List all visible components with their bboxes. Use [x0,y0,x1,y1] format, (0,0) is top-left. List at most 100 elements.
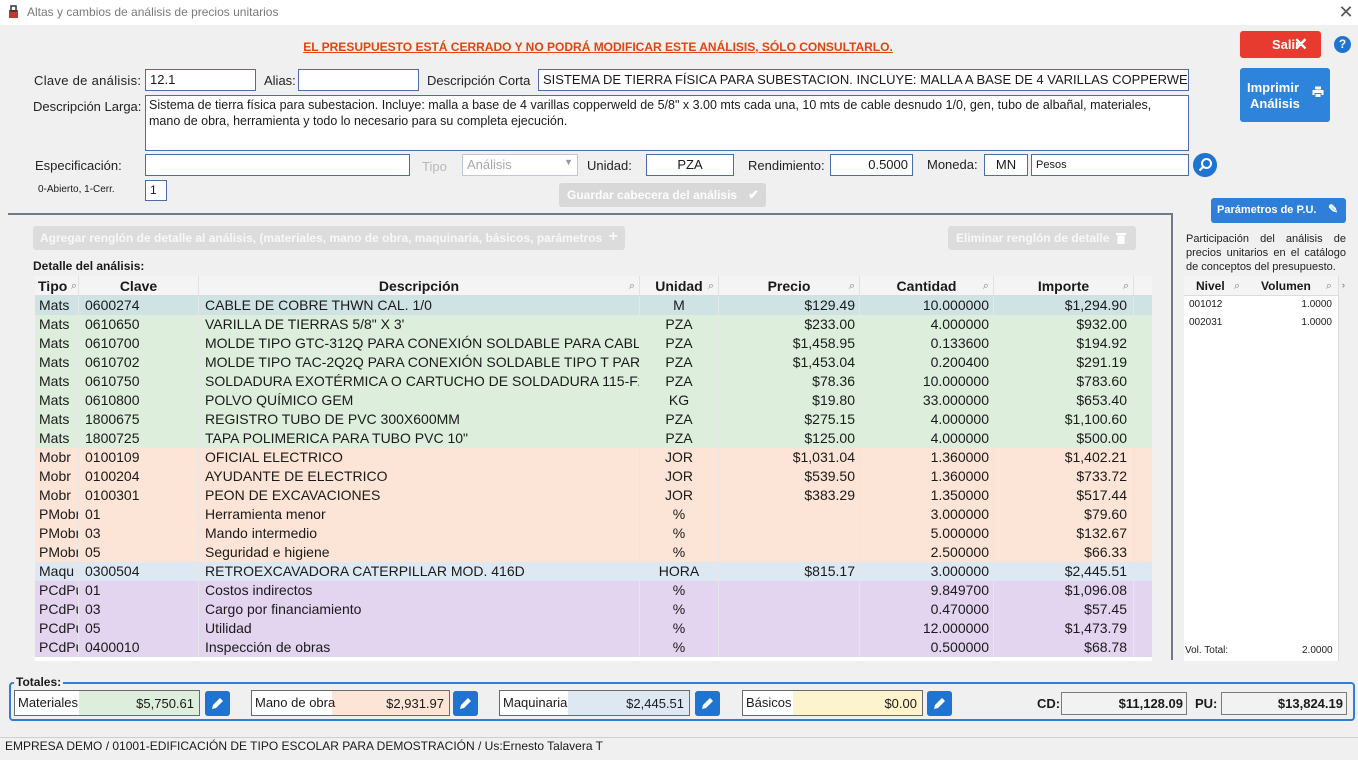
list-item[interactable]: 001012 1.0000 [1184,296,1338,314]
table-row[interactable]: Mats 0600274 CABLE DE COBRE THWN CAL. 1/0 M… [35,296,1152,315]
tipo-value: Análisis [467,157,512,172]
tipo-select[interactable]: Análisis ▼ [462,154,578,176]
table-row[interactable]: Mobr 0100301 PEON DE EXCAVACIONES JOR $383.2… [35,486,1152,505]
cell-desc: Herramienta menor [199,505,640,524]
cell-tipo: Mats [35,429,79,448]
cell-desc: OFICIAL ELECTRICO [199,448,640,467]
table-row[interactable]: Mats 0610700 MOLDE TIPO GTC-312Q PARA CONE… [35,334,1152,353]
cell-cant: 0.500000 [860,638,994,657]
pu-label: PU: [1195,696,1218,711]
table-row[interactable]: Maqu 0300504 RETROEXCAVADORA CATERPILLAR M… [35,562,1152,581]
detail-title: Detalle del análisis: [33,259,145,273]
abierto-field[interactable]: 1 [145,180,167,201]
add-detail-row-button[interactable]: Agregar renglón de detalle al análisis, … [33,226,625,250]
window-title: Altas y cambios de análisis de precios u… [27,5,279,19]
help-icon[interactable]: ? [1334,36,1351,53]
desc-larga-textarea[interactable]: Sistema de tierra física para subestacio… [145,95,1189,151]
cell-clave: 0400010 [79,638,199,657]
table-row[interactable]: Mats 1800725 TAPA POLIMERICA PARA TUBO PVC… [35,429,1152,448]
col-header-nivel[interactable]: Nivel ⌕ [1184,276,1246,295]
add-detail-row-label: Agregar renglón de detalle al análisis, … [40,231,603,245]
table-row[interactable]: PMobr 01 Herramienta menor% 3.000000 $79.60 [35,505,1152,524]
delete-detail-row-button[interactable]: Eliminar renglón de detalle [948,226,1136,250]
col-header-cantidad[interactable]: Cantidad ⌕ [860,276,994,295]
especificacion-label: Especificación: [35,158,122,173]
cell-desc: Utilidad [199,619,640,638]
cell-clave: 0600274 [79,296,199,315]
edit-mano-obra-icon[interactable] [453,691,478,716]
cell-desc: AYUDANTE DE ELECTRICO [199,467,640,486]
table-row[interactable]: PMobr 03 Mando intermedio% 5.000000 $132.67 [35,524,1152,543]
edit-basicos-icon[interactable] [927,691,952,716]
col-header-unidad[interactable]: Unidad ⌕ [640,276,719,295]
app-icon [9,5,18,18]
table-row[interactable]: Mobr 0100204 AYUDANTE DE ELECTRICO JOR $539.… [35,467,1152,486]
total-materiales-label: Materiales [18,695,78,710]
cell-cant: 33.000000 [860,391,994,410]
cell-precio: $19.80 [719,391,860,410]
table-row[interactable]: Mats 0610650 VARILLA DE TIERRAS 5/8" X 3' P… [35,315,1152,334]
close-window-icon[interactable]: ✕ [1336,2,1356,22]
pu-parameters-button[interactable]: Parámetros de P.U. ✎ [1211,198,1346,223]
cell-tipo: PCdPu [35,638,79,657]
col-header-descripcion[interactable]: Descripción ⌕ [199,276,640,295]
save-header-button[interactable]: Guardar cabecera del análisis ✔ [559,183,766,207]
print-analysis-button[interactable]: Imprimir Análisis [1240,68,1330,122]
cell-nivel: 001012 [1189,299,1223,310]
cell-imp: $653.40 [994,391,1134,410]
cell-imp: $1,473.79 [994,619,1134,638]
alias-field[interactable] [298,69,419,91]
cell-uni: % [640,505,719,524]
col-header-tipo[interactable]: Tipo ⌕ [35,276,79,295]
cell-clave: 0610700 [79,334,199,353]
table-row[interactable]: Mats 1800675 REGISTRO TUBO DE PVC 300X600M… [35,410,1152,429]
cell-precio: $383.29 [719,486,860,505]
col-header-clave[interactable]: Clave [79,276,199,295]
cell-precio [719,619,860,638]
cell-tipo: Mobr [35,448,79,467]
cell-precio [719,505,860,524]
cell-uni: % [640,619,719,638]
search-icon[interactable] [1193,153,1217,177]
table-row[interactable]: PCdPu 01 Costos indirectos% 9.849700 $1,096.… [35,581,1152,600]
table-row[interactable]: Mats 0610750 SOLDADURA EXOTÉRMICA O CARTUC… [35,372,1152,391]
plus-icon: + [608,228,618,245]
cell-clave: 0610650 [79,315,199,334]
tipo-label: Tipo [422,159,447,174]
detail-table-header: Tipo ⌕ Clave Descripción ⌕ Unidad ⌕ Precio ⌕… [35,276,1152,296]
edit-maquinaria-icon[interactable] [695,691,720,716]
cell-clave: 03 [79,524,199,543]
table-row[interactable]: Mats 0610800 POLVO QUÍMICO GEM KG $19.80 33.0… [35,391,1152,410]
rendimiento-field[interactable]: 0.5000 [830,154,913,176]
especificacion-field[interactable] [145,154,410,176]
levels-scrollbar[interactable]: › [1338,276,1352,661]
total-mano-obra-value: $2,931.97 [386,696,444,711]
cell-precio: $275.15 [719,410,860,429]
table-row[interactable]: PCdPu 0400010 Inspección de obras% 0.500000… [35,638,1152,657]
section-divider [8,213,1172,215]
col-header-importe[interactable]: Importe ⌕ [994,276,1134,295]
total-basicos: Básicos $0.00 [742,690,923,716]
clave-field[interactable]: 12.1 [145,69,256,91]
trash-icon [1116,233,1126,244]
table-row[interactable]: Mobr 0100109 OFICIAL ELECTRICO JOR $1,031.04… [35,448,1152,467]
moneda-field[interactable]: MN [984,154,1028,176]
unidad-field[interactable]: PZA [646,154,734,176]
exit-button[interactable]: Salir ✕ [1240,31,1321,58]
detail-table[interactable]: Tipo ⌕ Clave Descripción ⌕ Unidad ⌕ Precio ⌕… [35,276,1152,661]
table-row[interactable]: PCdPu 03 Cargo por financiamiento% 0.470000… [35,600,1152,619]
cell-precio [719,600,860,619]
pencil-icon: ✎ [1327,202,1338,216]
cell-imp: $68.78 [994,638,1134,657]
col-header-volumen[interactable]: Volumen ⌕ [1246,276,1338,295]
edit-materiales-icon[interactable] [205,691,230,716]
list-item[interactable]: 002031 1.0000 [1184,314,1338,332]
table-row[interactable]: Mats 0610702 MOLDE TIPO TAC-2Q2Q PARA CONE… [35,353,1152,372]
desc-corta-field[interactable]: SISTEMA DE TIERRA FÍSICA PARA SUBESTACIO… [538,69,1189,91]
total-basicos-label: Básicos [746,695,792,710]
cell-precio: $78.36 [719,372,860,391]
table-row[interactable]: PCdPu 05 Utilidad% 12.000000 $1,473.79 [35,619,1152,638]
levels-table[interactable]: Nivel ⌕ Volumen ⌕ 001012 1.0000 002031 1.0000 [1184,276,1338,661]
col-header-precio[interactable]: Precio ⌕ [719,276,860,295]
table-row[interactable]: PMobr 05 Seguridad e higiene% 2.500000 $66.3… [35,543,1152,562]
